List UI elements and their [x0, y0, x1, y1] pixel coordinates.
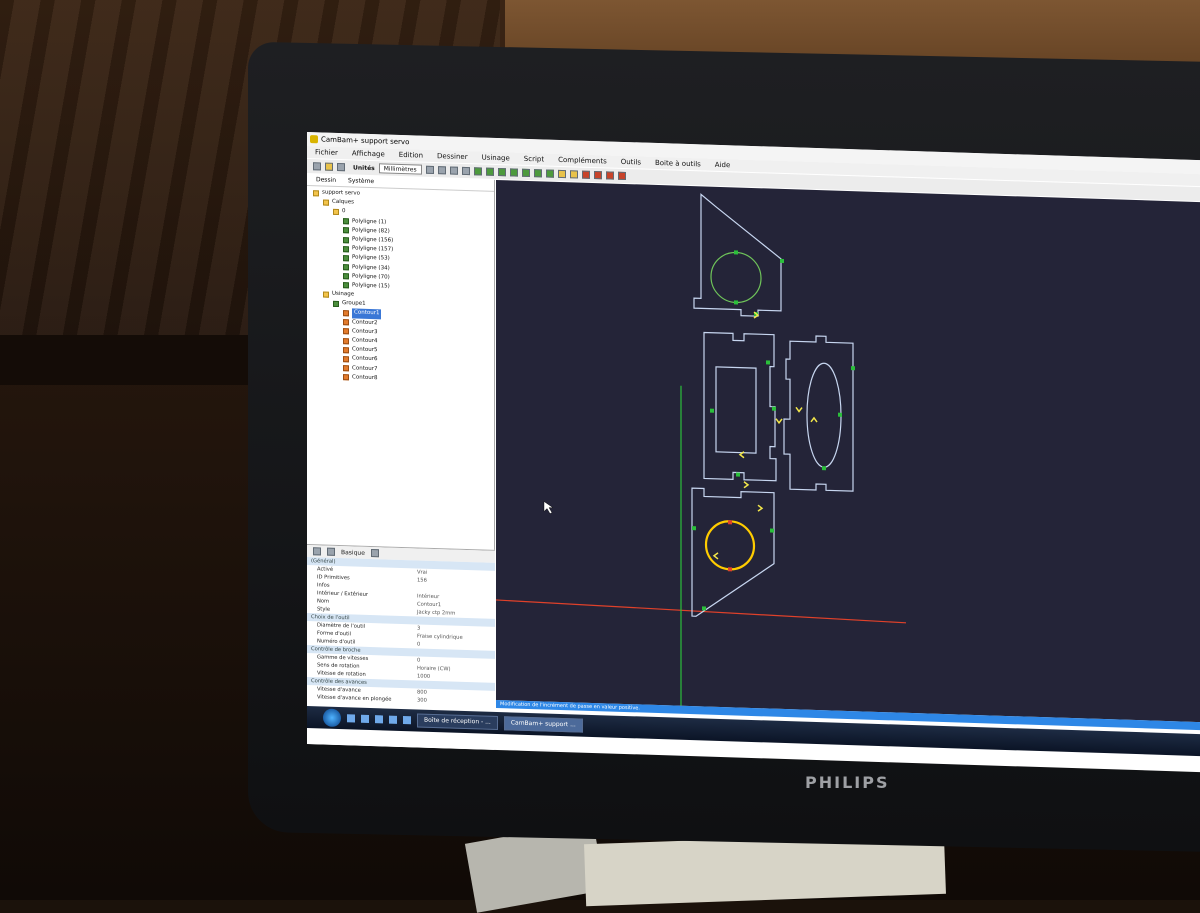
prop-value[interactable]: 3 — [417, 624, 420, 632]
polyline-icon — [343, 237, 349, 243]
prop-value[interactable]: 1000 — [417, 672, 430, 680]
tree-node-label: Contour8 — [352, 373, 377, 383]
drawing-canvas[interactable] — [496, 180, 1200, 722]
menu-outils[interactable]: Outils — [621, 156, 641, 169]
contour-icon — [343, 338, 349, 344]
draw-rect-icon[interactable] — [498, 168, 506, 176]
menu-boite-a-outils[interactable]: Boite à outils — [655, 157, 701, 170]
drawing-tree: support servoCalques0Polyligne (1)Polyli… — [307, 186, 494, 522]
generate-toolpath-icon[interactable] — [606, 171, 614, 179]
part-top[interactable] — [694, 194, 781, 317]
direction-arrows — [714, 311, 817, 562]
tree-node-label: 0 — [342, 207, 346, 216]
draw-polyline-icon[interactable] — [546, 169, 554, 177]
tree-node-label: Groupe1 — [342, 299, 366, 309]
draw-point-icon[interactable] — [534, 169, 542, 177]
quick-launch-icon[interactable] — [375, 715, 383, 723]
tree-node-label: Calques — [332, 198, 354, 208]
prop-value[interactable]: Fraise cylindrique — [417, 632, 463, 641]
draw-circle-icon[interactable] — [486, 168, 494, 176]
folder-icon — [313, 190, 319, 196]
polyline-icon — [343, 246, 349, 252]
quick-launch-icon[interactable] — [347, 714, 355, 722]
contour-icon — [343, 356, 349, 362]
part-middle-right[interactable] — [784, 335, 853, 491]
cambam-app-icon — [310, 135, 318, 143]
polyline-icon — [343, 283, 349, 289]
left-panel: Dessin Système support servoCalques0Poly… — [307, 174, 495, 750]
folder-icon — [323, 291, 329, 297]
draw-line-icon[interactable] — [474, 167, 482, 175]
menu-script[interactable]: Script — [524, 153, 544, 166]
sort-icon[interactable] — [327, 548, 335, 556]
prop-value[interactable]: Jacky ctp 2mm — [417, 608, 455, 617]
part-middle-left[interactable] — [704, 332, 776, 480]
units-label: Unités — [353, 164, 375, 172]
units-select[interactable]: Millimètres — [379, 163, 422, 174]
draw-arc-icon[interactable] — [510, 168, 518, 176]
tree-node-label: Usinage — [332, 290, 354, 300]
prop-value[interactable]: 0 — [417, 640, 420, 648]
undo-icon[interactable] — [426, 166, 434, 174]
canvas-svg[interactable] — [496, 180, 1200, 722]
tab-systeme[interactable]: Système — [345, 177, 377, 185]
tree-node-label: Polyligne (15) — [352, 281, 390, 291]
layer-icon — [333, 209, 339, 215]
menu-complements[interactable]: Compléments — [558, 154, 607, 168]
taskbar-mail[interactable]: Boîte de réception - ... — [417, 713, 498, 730]
props-mode-label[interactable]: Basique — [341, 549, 365, 557]
quick-launch-icon[interactable] — [389, 716, 397, 724]
quick-launch-icon[interactable] — [361, 715, 369, 723]
grid-icon[interactable] — [450, 166, 458, 174]
polyline-icon — [343, 255, 349, 261]
polyline-icon — [343, 273, 349, 279]
contour-icon — [343, 310, 349, 316]
prop-value[interactable]: 0 — [417, 656, 420, 664]
start-button[interactable] — [323, 709, 341, 728]
contour-op-icon[interactable] — [558, 170, 566, 178]
menu-usinage[interactable]: Usinage — [482, 151, 510, 164]
redo-icon[interactable] — [438, 166, 446, 174]
screen: CamBam+ support servo Fichier Affichage … — [307, 132, 1200, 772]
help-icon[interactable] — [371, 549, 379, 557]
selected-contour-points — [728, 520, 732, 571]
gcode-icon[interactable] — [618, 172, 626, 180]
snap-icon[interactable] — [462, 167, 470, 175]
pocket-op-icon[interactable] — [570, 170, 578, 178]
monitor-brand: PHILIPS — [805, 773, 889, 792]
categorized-icon[interactable] — [313, 547, 321, 555]
new-file-icon[interactable] — [313, 162, 321, 170]
prop-value[interactable]: 300 — [417, 696, 427, 704]
group-icon — [333, 301, 339, 307]
mouse-cursor-icon — [544, 501, 553, 513]
drill-op-icon[interactable] — [582, 171, 590, 179]
prop-value[interactable]: 156 — [417, 576, 427, 584]
tab-dessin[interactable]: Dessin — [313, 176, 339, 184]
menu-edition[interactable]: Edition — [399, 149, 423, 162]
polyline-icon — [343, 264, 349, 270]
contour-icon — [343, 347, 349, 353]
menu-aide[interactable]: Aide — [715, 159, 730, 171]
polyline-icon — [343, 227, 349, 233]
polyline-icon — [343, 218, 349, 224]
contour-icon — [343, 319, 349, 325]
save-icon[interactable] — [337, 163, 345, 171]
menu-dessiner[interactable]: Dessiner — [437, 150, 468, 163]
open-file-icon[interactable] — [325, 163, 333, 171]
contour-icon — [343, 329, 349, 335]
contour-icon — [343, 374, 349, 380]
draw-text-icon[interactable] — [522, 169, 530, 177]
x-axis — [496, 600, 906, 623]
props-grid: (Général)ActivéVraiID Primitives156Infos… — [307, 557, 495, 707]
quick-launch-icon[interactable] — [403, 716, 411, 724]
taskbar-cambam[interactable]: CamBam+ support ... — [504, 716, 583, 732]
engrave-op-icon[interactable] — [594, 171, 602, 179]
contour-icon — [343, 365, 349, 371]
shelf-edge — [0, 335, 270, 385]
menu-affichage[interactable]: Affichage — [352, 147, 385, 160]
menu-fichier[interactable]: Fichier — [315, 146, 338, 159]
folder-icon — [323, 199, 329, 205]
window-title: CamBam+ support servo — [321, 135, 409, 146]
